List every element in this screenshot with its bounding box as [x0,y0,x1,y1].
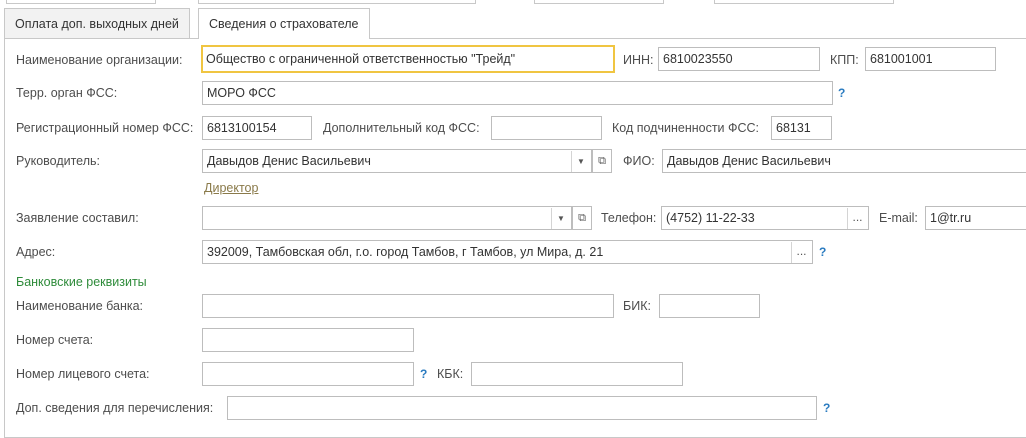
statement-dropdown-icon[interactable]: ▼ [551,208,570,229]
fss-input[interactable]: МОРО ФСС [202,81,833,105]
account-input[interactable] [202,328,414,352]
kbk-label: КБК: [437,367,464,381]
reg-num-input[interactable]: 6813100154 [202,116,312,140]
head-value: Давыдов Денис Васильевич [207,154,371,168]
tab-extra-days-payment[interactable]: Оплата доп. выходных дней [4,8,190,38]
fss-help-icon[interactable]: ? [838,83,845,103]
statement-select[interactable]: ▼ [202,206,572,230]
add-code-input[interactable] [491,116,602,140]
personal-account-input[interactable] [202,362,414,386]
inn-label: ИНН: [623,53,654,67]
bik-input[interactable] [659,294,760,318]
kpp-label: КПП: [830,53,859,67]
sub-code-label: Код подчиненности ФСС: [612,121,760,135]
head-dropdown-icon[interactable]: ▼ [571,151,590,172]
inn-input[interactable]: 6810023550 [658,47,820,71]
bank-section-title: Банковские реквизиты [16,275,147,289]
phone-select-icon[interactable]: ... [847,208,867,229]
bank-name-label: Наименование банка: [16,299,144,313]
personal-account-label: Номер лицевого счета: [16,367,150,381]
email-input[interactable]: 1@tr.ru [925,206,1026,230]
address-label: Адрес: [16,245,56,259]
address-input[interactable]: 392009, Тамбовская обл, г.о. город Тамбо… [202,240,813,264]
top-field-2[interactable] [198,0,476,4]
extra-input[interactable] [227,396,817,420]
extra-help-icon[interactable]: ? [823,398,830,418]
phone-input[interactable]: (4752) 11-22-33 ... [661,206,869,230]
fss-label: Терр. орган ФСС: [16,86,118,100]
bank-name-input[interactable] [202,294,614,318]
phone-label: Телефон: [601,211,657,225]
top-field-1[interactable] [6,0,156,4]
org-name-label: Наименование организации: [16,53,183,67]
address-select-icon[interactable]: ... [791,242,811,263]
kpp-input[interactable]: 681001001 [865,47,996,71]
statement-label: Заявление составил: [16,211,139,225]
extra-label: Доп. сведения для перечисления: [16,401,214,415]
sub-code-input[interactable]: 68131 [771,116,832,140]
fio-input[interactable]: Давыдов Денис Васильевич [662,149,1026,173]
add-code-label: Дополнительный код ФСС: [323,121,480,135]
org-name-input[interactable]: Общество с ограниченной ответственностью… [201,45,615,73]
kbk-input[interactable] [471,362,683,386]
personal-account-help-icon[interactable]: ? [420,364,427,384]
tab-insurer-info[interactable]: Сведения о страхователе [198,8,370,39]
top-field-3[interactable] [534,0,664,4]
position-link[interactable]: Директор [204,178,258,198]
head-open-icon[interactable]: ⧉ [592,149,612,173]
head-label: Руководитель: [16,154,101,168]
head-select[interactable]: Давыдов Денис Васильевич ▼ [202,149,592,173]
account-label: Номер счета: [16,333,94,347]
statement-open-icon[interactable]: ⧉ [572,206,592,230]
email-label: E-mail: [879,211,918,225]
reg-num-label: Регистрационный номер ФСС: [16,121,194,135]
top-field-4[interactable] [714,0,894,4]
phone-value: (4752) 11-22-33 [666,211,755,225]
fio-label: ФИО: [623,154,655,168]
bik-label: БИК: [623,299,651,313]
address-help-icon[interactable]: ? [819,242,826,262]
address-value: 392009, Тамбовская обл, г.о. город Тамбо… [207,245,604,259]
